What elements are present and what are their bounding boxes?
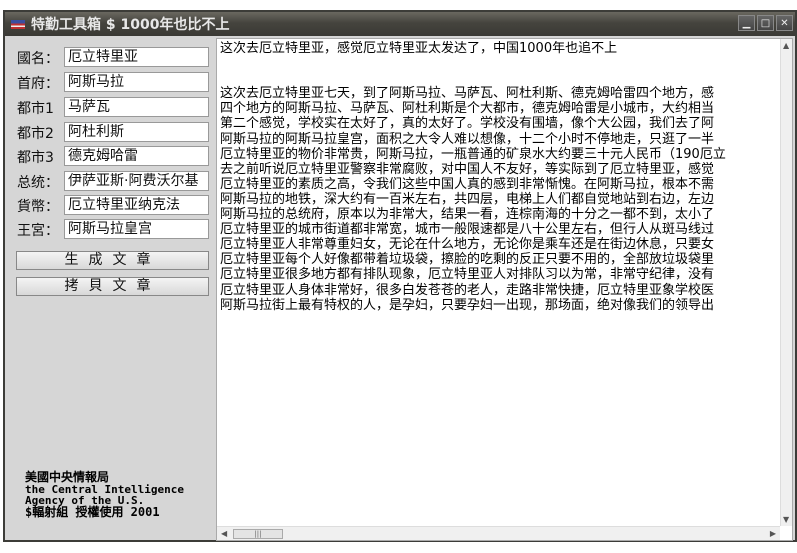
vertical-scrollbar[interactable]: ▲ ▼ <box>780 39 792 526</box>
city1-label: 都市1 <box>17 101 54 117</box>
horizontal-scrollbar[interactable]: ◀ ||| ▶ <box>217 526 780 540</box>
scroll-right-icon[interactable]: ▶ <box>770 529 776 538</box>
city3-label: 都市3 <box>17 150 54 166</box>
scroll-thumb[interactable]: ||| <box>233 529 283 539</box>
flag-icon <box>11 19 25 29</box>
article-textarea[interactable]: 这次去厄立特里亚，感觉厄立特里亚太发达了，中国1000年也追不上 这次去厄立特里… <box>216 38 793 541</box>
minimize-button[interactable]: ▁ <box>738 15 755 31</box>
window-title: 特勤工具箱 $ 1000年也比不上 <box>31 17 230 33</box>
president-input[interactable]: 伊萨亚斯·阿费沃尔基 <box>64 171 209 191</box>
article-text[interactable]: 这次去厄立特里亚，感觉厄立特里亚太发达了，中国1000年也追不上 这次去厄立特里… <box>220 41 778 313</box>
maximize-button[interactable]: □ <box>757 15 774 31</box>
city3-input[interactable]: 德克姆哈雷 <box>64 146 209 166</box>
credits-line-4: $輻射組 授權使用 2001 <box>25 504 160 519</box>
president-label: 总统： <box>17 175 59 191</box>
generate-article-button[interactable]: 生成文章 <box>16 251 209 270</box>
scroll-left-icon[interactable]: ◀ <box>221 529 227 538</box>
app-window: 特勤工具箱 $ 1000年也比不上 ▁ □ ✕ 國名： 厄立特里亚 首府： 阿斯… <box>3 10 797 542</box>
scroll-up-icon[interactable]: ▲ <box>783 41 789 50</box>
title-bar[interactable]: 特勤工具箱 $ 1000年也比不上 ▁ □ ✕ <box>5 12 795 36</box>
country-label: 國名： <box>17 51 59 67</box>
capital-label: 首府： <box>17 76 59 92</box>
city2-label: 都市2 <box>17 126 54 142</box>
credits-line-1: 美國中央情報局 <box>25 470 110 484</box>
capital-input[interactable]: 阿斯马拉 <box>64 72 209 92</box>
close-button[interactable]: ✕ <box>776 15 793 31</box>
city2-input[interactable]: 阿杜利斯 <box>64 122 209 142</box>
palace-label: 王宮： <box>17 223 59 239</box>
currency-input[interactable]: 厄立特里亚纳克法 <box>64 195 209 215</box>
credits: 美國中央情報局 the Central Intelligence Agency … <box>25 470 184 519</box>
city1-input[interactable]: 马萨瓦 <box>64 97 209 117</box>
country-input[interactable]: 厄立特里亚 <box>64 47 209 67</box>
currency-label: 貨幣： <box>17 199 59 215</box>
copy-article-button[interactable]: 拷貝文章 <box>16 277 209 296</box>
scroll-down-icon[interactable]: ▼ <box>783 515 789 524</box>
palace-input[interactable]: 阿斯马拉皇宫 <box>64 219 209 239</box>
